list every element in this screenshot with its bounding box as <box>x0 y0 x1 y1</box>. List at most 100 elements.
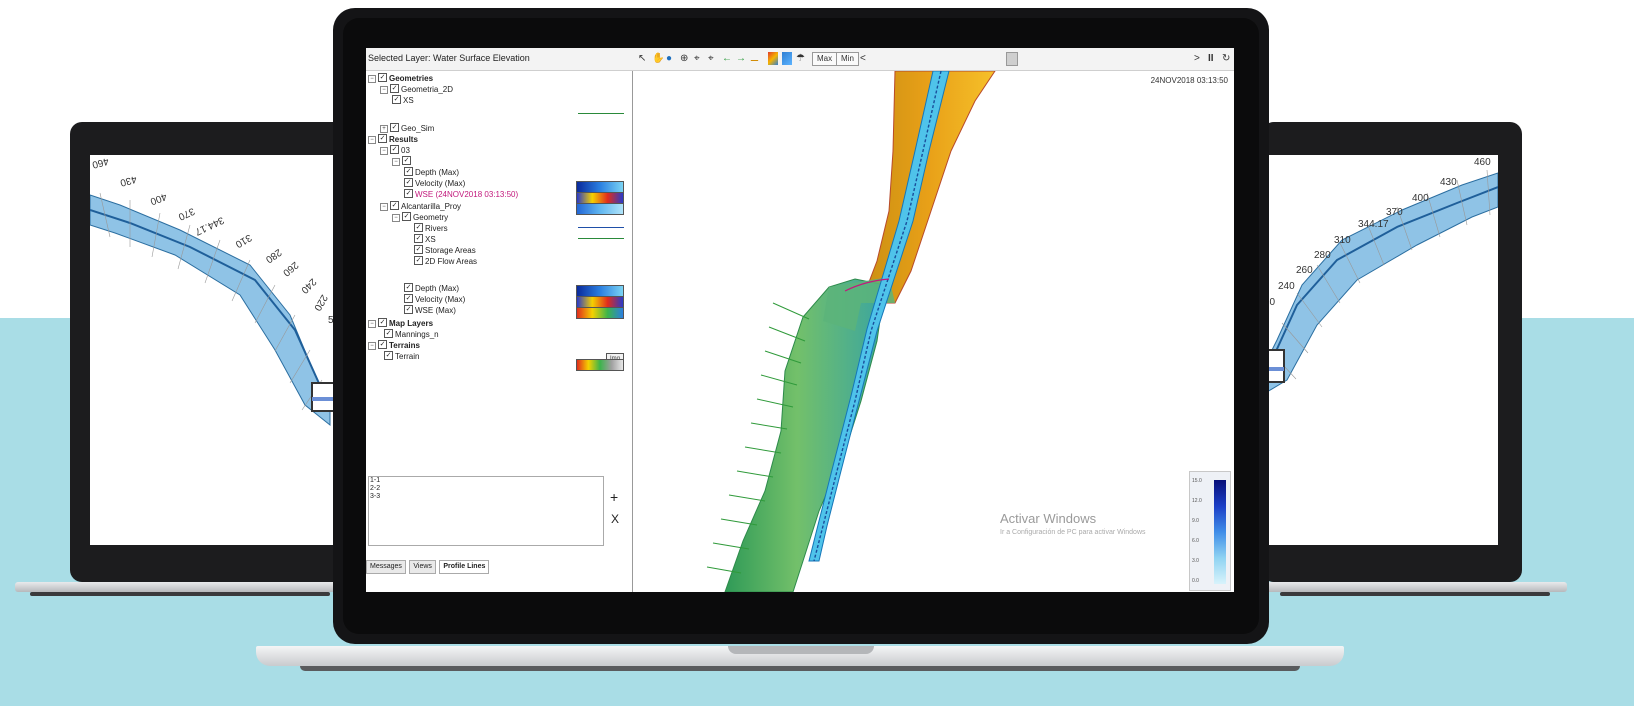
tree-node-rivers[interactable]: ✓ Rivers <box>414 223 448 234</box>
layer-color-icon[interactable] <box>782 52 792 65</box>
checkbox-icon[interactable]: ✓ <box>378 73 387 83</box>
activate-windows-title: Activar Windows <box>1000 511 1097 526</box>
list-item[interactable]: 2-2 <box>369 485 603 493</box>
checkbox-icon[interactable]: ✓ <box>404 178 413 188</box>
expand-icon[interactable]: + <box>380 124 388 133</box>
checkbox-icon[interactable]: ✓ <box>414 223 423 233</box>
layer-panel: − ✓ Geometries − ✓ Geometria_2D ✓ XS + ✓ Geo_Si… <box>366 71 633 592</box>
expand-icon[interactable]: − <box>368 135 376 144</box>
checkbox-icon[interactable]: ✓ <box>414 245 423 255</box>
checkbox-icon[interactable]: ✓ <box>384 329 393 339</box>
tree-node-depth-max-2[interactable]: ✓ Depth (Max) <box>404 283 459 294</box>
tree-node-alcantarilla-proy[interactable]: − ✓ Alcantarilla_Proy <box>380 201 461 212</box>
right-label: 430 <box>1440 177 1457 188</box>
checkbox-icon[interactable]: ✓ <box>402 212 411 222</box>
expand-icon[interactable]: − <box>392 157 400 166</box>
tree-node-plan[interactable]: − ✓ <box>392 156 413 167</box>
expand-icon[interactable]: − <box>380 85 388 94</box>
right-laptop-foot <box>1280 592 1550 596</box>
expand-icon[interactable]: − <box>368 74 376 83</box>
tree-node-wse-max[interactable]: ✓ WSE (Max) <box>404 305 456 316</box>
tree-node-mannings-n[interactable]: ✓ Mannings_n <box>384 329 439 340</box>
forward-arrow-icon[interactable]: → <box>736 52 746 65</box>
tree-node-depth-max[interactable]: ✓ Depth (Max) <box>404 167 459 178</box>
pointer-icon[interactable]: ↖ <box>638 52 646 65</box>
ras-mapper-window: Selected Layer: Water Surface Elevation … <box>366 48 1234 592</box>
tree-node-geo-sim[interactable]: + ✓ Geo_Sim <box>380 123 434 134</box>
expand-icon[interactable]: − <box>368 319 376 328</box>
checkbox-icon[interactable]: ✓ <box>404 189 413 199</box>
add-profile-line-button[interactable]: + <box>610 489 618 505</box>
min-button[interactable]: Min <box>836 52 859 66</box>
tree-node-results[interactable]: − ✓ Results <box>368 134 418 145</box>
right-label: 260 <box>1296 265 1313 276</box>
left-laptop-base <box>15 582 360 592</box>
max-button[interactable]: Max <box>812 52 838 66</box>
tree-node-velocity-max-2[interactable]: ✓ Velocity (Max) <box>404 294 465 305</box>
checkbox-icon[interactable]: ✓ <box>378 318 387 328</box>
time-slider-thumb[interactable] <box>1006 52 1018 66</box>
tree-node-geometries[interactable]: − ✓ Geometries <box>368 73 433 84</box>
main-laptop-foot <box>300 666 1300 671</box>
tree-node-terrains[interactable]: − ✓ Terrains <box>368 340 420 351</box>
colorbar-tick: 0.0 <box>1192 578 1199 584</box>
back-arrow-icon[interactable]: ← <box>722 52 732 65</box>
checkbox-icon[interactable]: ✓ <box>404 167 413 177</box>
delete-profile-line-button[interactable]: X <box>611 512 619 526</box>
checkbox-icon[interactable]: ✓ <box>378 134 387 144</box>
checkbox-icon[interactable]: ✓ <box>402 156 411 166</box>
checkbox-icon[interactable]: ✓ <box>390 123 399 133</box>
refresh-icon[interactable]: ↻ <box>1222 52 1230 65</box>
tree-node-xs[interactable]: ✓ XS <box>392 95 414 106</box>
pan-icon[interactable]: ✋ <box>652 52 664 65</box>
profile-lines-list[interactable]: 1-1 2-2 3-3 <box>368 476 604 546</box>
globe-icon[interactable]: ● <box>666 52 672 65</box>
full-extent-icon[interactable]: ⌖ <box>708 52 714 65</box>
map-timestamp: 24NOV2018 03:13:50 <box>1150 76 1228 85</box>
layer-style-icon[interactable] <box>768 52 778 65</box>
tab-profile-lines[interactable]: Profile Lines <box>439 560 490 574</box>
zoom-in-icon[interactable]: ⊕ <box>680 52 688 65</box>
tree-node-geometria-2d[interactable]: − ✓ Geometria_2D <box>380 84 453 95</box>
expand-icon[interactable]: − <box>368 341 376 350</box>
tree-node-2d-flow-areas[interactable]: ✓ 2D Flow Areas <box>414 256 477 267</box>
tab-views[interactable]: Views <box>409 560 436 574</box>
checkbox-icon[interactable]: ✓ <box>404 305 413 315</box>
zoom-extent-icon[interactable]: ⌖ <box>694 52 700 65</box>
expand-icon[interactable]: − <box>380 202 388 211</box>
left-laptop-foot <box>30 592 330 596</box>
legend-wse-max <box>576 307 624 319</box>
tree-node-03[interactable]: − ✓ 03 <box>380 145 410 156</box>
plot-icon[interactable]: ☂ <box>796 52 805 65</box>
layer-tree: − ✓ Geometries − ✓ Geometria_2D ✓ XS + ✓ Geo_Si… <box>366 71 632 471</box>
colorbar-gradient <box>1214 480 1226 584</box>
checkbox-icon[interactable]: ✓ <box>390 84 399 94</box>
tree-node-wse[interactable]: ✓ WSE (24NOV2018 03:13:50) <box>404 189 518 200</box>
measure-icon[interactable]: ⚊ <box>750 52 759 65</box>
time-prev-button[interactable]: < <box>860 52 866 65</box>
map-view[interactable]: 24NOV2018 03:13:50 Activar Windows Ir a … <box>633 71 1234 592</box>
tab-messages[interactable]: Messages <box>366 560 406 574</box>
checkbox-icon[interactable]: ✓ <box>404 294 413 304</box>
tree-node-velocity-max[interactable]: ✓ Velocity (Max) <box>404 178 465 189</box>
list-item[interactable]: 1-1 <box>369 477 603 485</box>
expand-icon[interactable]: − <box>392 213 400 222</box>
checkbox-icon[interactable]: ✓ <box>414 234 423 244</box>
tree-node-terrain[interactable]: ✓ Terrain <box>384 351 419 362</box>
checkbox-icon[interactable]: ✓ <box>390 145 399 155</box>
expand-icon[interactable]: − <box>380 146 388 155</box>
list-item[interactable]: 3-3 <box>369 493 603 501</box>
checkbox-icon[interactable]: ✓ <box>384 351 393 361</box>
tree-node-storage-areas[interactable]: ✓ Storage Areas <box>414 245 476 256</box>
checkbox-icon[interactable]: ✓ <box>378 340 387 350</box>
checkbox-icon[interactable]: ✓ <box>404 283 413 293</box>
tree-node-xs-2[interactable]: ✓ XS <box>414 234 436 245</box>
pause-icon[interactable]: II <box>1208 52 1214 65</box>
checkbox-icon[interactable]: ✓ <box>414 256 423 266</box>
right-laptop-base <box>1262 582 1567 592</box>
tree-node-map-layers[interactable]: − ✓ Map Layers <box>368 318 433 329</box>
checkbox-icon[interactable]: ✓ <box>392 95 401 105</box>
time-next-button[interactable]: > <box>1194 52 1200 65</box>
checkbox-icon[interactable]: ✓ <box>390 201 399 211</box>
tree-node-geometry[interactable]: − ✓ Geometry <box>392 212 448 223</box>
